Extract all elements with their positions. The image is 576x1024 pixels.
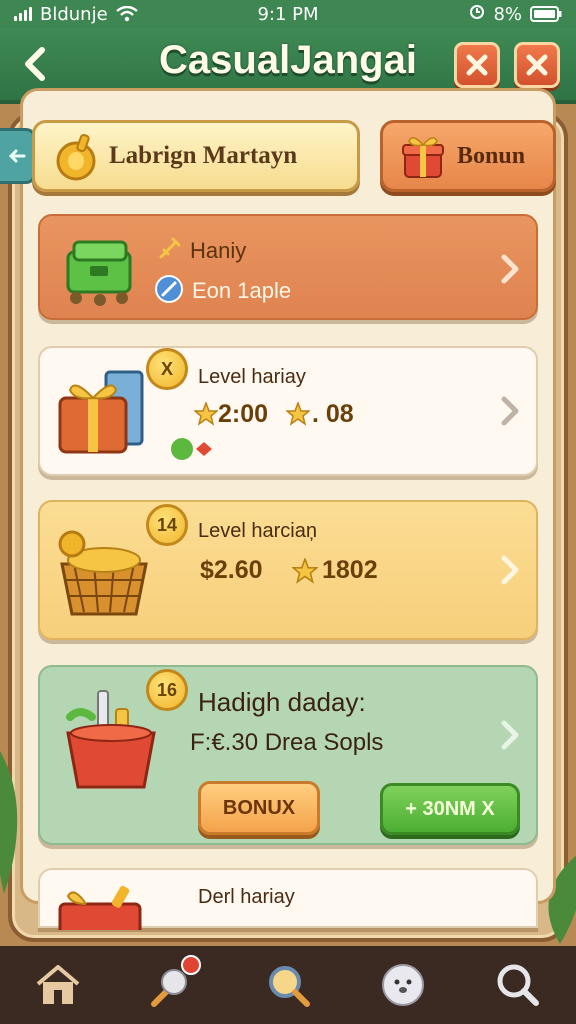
offer-card-2[interactable]: X Level hariay 2:00 . 08 <box>38 346 538 476</box>
card-1-line-2: Eon 1aple <box>192 278 292 303</box>
tab-main-label: Labrign Martayn <box>109 142 298 169</box>
tab-bonus[interactable]: Bonun <box>380 120 556 192</box>
wifi-icon <box>115 6 138 22</box>
nav-search[interactable] <box>256 953 320 1017</box>
signal-icon <box>14 7 32 21</box>
card-2-title: Level hariay <box>198 366 306 388</box>
nav-home[interactable] <box>26 953 90 1017</box>
status-right: 8% <box>469 4 562 25</box>
gift-box-icon <box>58 370 144 454</box>
star-icon <box>194 402 218 426</box>
level-badge: X <box>146 348 188 390</box>
chevron-right-icon <box>501 555 519 585</box>
search-icon <box>268 966 310 1007</box>
gift-box-icon <box>58 885 142 930</box>
basket-icon <box>58 530 148 616</box>
magnifier-icon <box>497 964 540 1006</box>
offer-card-5[interactable]: Derl hariay <box>38 868 538 930</box>
nav-profile[interactable] <box>371 953 435 1017</box>
close-button-1[interactable] <box>454 42 500 88</box>
close-icon <box>526 54 548 76</box>
alarm-icon <box>469 4 485 25</box>
nav-map[interactable] <box>141 953 205 1017</box>
carrier-label: Bldunje <box>40 3 108 25</box>
card-3-title: Level harciaņ <box>198 520 317 542</box>
battery-percent: 8% <box>493 3 522 25</box>
star-icon <box>286 402 310 426</box>
card-2-value-b: . 08 <box>312 400 354 428</box>
card-3-value-b: 1802 <box>322 556 378 584</box>
status-bar: Bldunje 9:1 PM 8% <box>0 0 576 28</box>
chevron-right-icon <box>501 720 519 750</box>
tab-bonus-label: Bonun <box>457 142 526 169</box>
home-icon <box>36 965 79 1004</box>
card-5-title: Derl hariay <box>198 886 295 908</box>
level-badge: 16 <box>146 669 188 711</box>
offer-card-3[interactable]: 14 Level harciaņ $2.60 1802 <box>38 500 538 640</box>
offer-card-4[interactable]: 16 Hadigh daday: F:€.30 Drea Sopls BONUX… <box>38 665 538 845</box>
card-1-line-1: Haniy <box>190 238 247 263</box>
bucket-icon <box>66 690 156 789</box>
nav-find[interactable] <box>486 953 550 1017</box>
card-3-value-a: $2.60 <box>200 556 263 584</box>
arrow-left-icon <box>8 149 25 163</box>
gift-icon <box>402 137 444 178</box>
status-left: Bldunje <box>14 4 138 25</box>
card-2-value-a: 2:00 <box>218 400 269 428</box>
bonus-button[interactable]: BONUX <box>198 781 320 835</box>
avatar-icon <box>382 964 425 1006</box>
coin-icon <box>56 133 96 181</box>
claim-button[interactable]: + 30NM X <box>380 783 520 835</box>
chevron-right-icon <box>501 254 519 284</box>
sword-icon <box>159 237 181 259</box>
offer-card-1[interactable]: Haniy Eon 1aple <box>38 214 538 320</box>
tab-main[interactable]: Labrign Martayn <box>32 120 360 192</box>
close-icon <box>466 54 488 76</box>
level-badge: 14 <box>146 504 188 546</box>
feather-icon <box>155 275 183 303</box>
gem-cluster-icon <box>171 438 212 460</box>
chevron-right-icon <box>501 396 519 426</box>
notification-badge <box>180 955 201 975</box>
card-4-title: Hadigh daday: <box>198 687 366 717</box>
close-button-2[interactable] <box>514 42 560 88</box>
battery-icon <box>530 6 562 22</box>
chest-icon <box>66 240 132 306</box>
star-icon <box>292 558 318 584</box>
bottom-nav <box>0 946 576 1024</box>
side-tab[interactable] <box>0 128 36 184</box>
card-4-subtitle: F:€.30 Drea Sopls <box>190 729 384 756</box>
